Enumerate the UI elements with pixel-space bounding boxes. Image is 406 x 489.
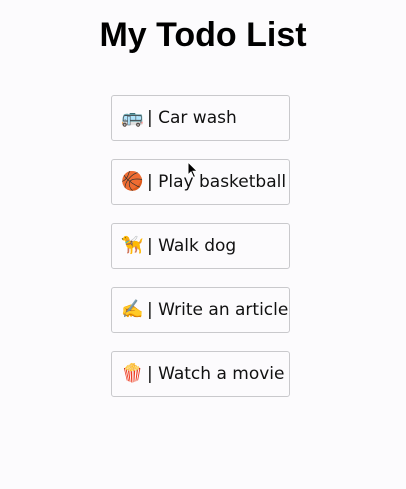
todo-label: | Walk dog — [147, 236, 237, 256]
popcorn-icon: 🍿 — [121, 363, 144, 384]
bus-icon: 🚌 — [121, 107, 144, 128]
todo-label: | Watch a movie — [147, 364, 285, 384]
todo-item-watch-movie[interactable]: 🍿 | Watch a movie — [111, 351, 290, 397]
todo-item-write-article[interactable]: ✍️ | Write an article — [111, 287, 290, 333]
mouse-pointer-icon — [187, 161, 199, 179]
todo-label: | Play basketball — [147, 172, 287, 192]
basketball-icon: 🏀 — [121, 171, 144, 192]
guide-dog-icon: 🦮 — [121, 235, 144, 256]
todo-label: | Write an article — [147, 300, 289, 320]
writing-hand-icon: ✍️ — [121, 299, 144, 320]
todo-list: 🚌 | Car wash 🏀 | Play basketball 🦮 | Wal… — [111, 95, 290, 415]
page-title: My Todo List — [99, 16, 307, 54]
todo-item-car-wash[interactable]: 🚌 | Car wash — [111, 95, 290, 141]
todo-label: | Car wash — [147, 108, 237, 128]
todo-item-walk-dog[interactable]: 🦮 | Walk dog — [111, 223, 290, 269]
todo-item-play-basketball[interactable]: 🏀 | Play basketball — [111, 159, 290, 205]
